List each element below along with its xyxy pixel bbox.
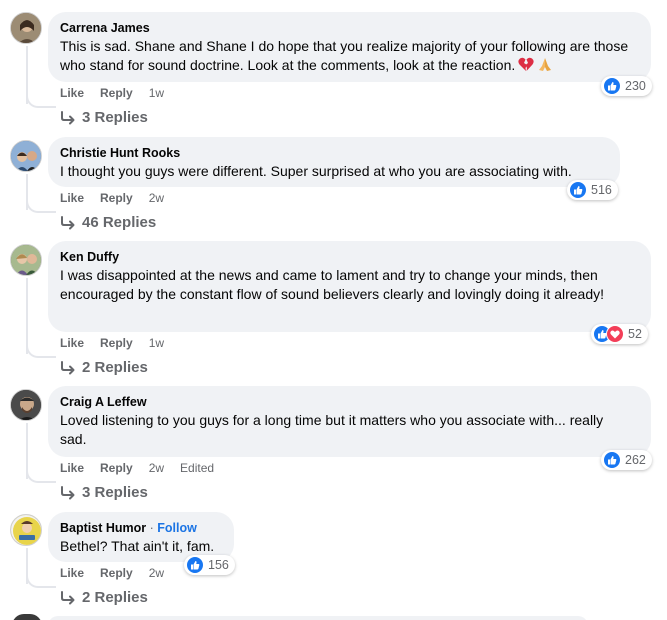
reply-button[interactable]: Reply [100,86,133,100]
comment-author[interactable]: Ken Duffy [60,249,639,265]
edited-label[interactable]: Edited [180,461,214,475]
reply-arrow-icon [61,110,75,124]
replies-count-label: 46 Replies [82,214,157,231]
like-reaction-icon [569,181,587,199]
follow-button[interactable]: Follow [157,521,197,535]
comment-text: This is sad. Shane and Shane I do hope t… [60,37,639,77]
replies-count-label: 3 Replies [82,484,148,501]
avatar[interactable] [10,389,42,421]
avatar[interactable] [10,244,42,276]
avatar[interactable] [10,12,42,44]
comment-author: Baptist Humor · Follow [60,521,197,535]
replies-count-label: 2 Replies [82,589,148,606]
like-button[interactable]: Like [60,86,84,100]
comment-bubble: Christie Hunt Rooks I thought you guys w… [48,137,620,187]
reply-arrow-icon [61,485,75,499]
reaction-summary[interactable]: 262 [601,450,652,470]
reply-button[interactable]: Reply [100,191,133,205]
comment-actions: Like Reply 2w [60,191,164,205]
avatar[interactable] [10,140,42,172]
love-reaction-icon [606,325,624,343]
comment-timestamp[interactable]: 1w [149,336,164,350]
comment-author[interactable]: Carrena James [60,20,639,36]
reaction-count: 262 [625,453,646,467]
comment-bubble: Ken Duffy I was disappointed at the news… [48,241,651,332]
reply-button[interactable]: Reply [100,336,133,350]
like-button[interactable]: Like [60,191,84,205]
comment-bubble: Carrena James This is sad. Shane and Sha… [48,12,651,82]
next-comment-avatar[interactable] [12,614,42,620]
reply-arrow-icon [61,215,75,229]
comment-text: Bethel? That ain't it, fam. [60,538,215,554]
avatar[interactable] [10,514,42,546]
reaction-count: 52 [628,327,642,341]
comment-text: Loved listening to you guys for a long t… [60,412,604,447]
replies-count-label: 2 Replies [82,359,148,376]
view-replies-button[interactable]: 3 Replies [60,484,148,501]
comment-actions: Like Reply 1w [60,86,164,100]
reaction-count: 156 [208,558,229,572]
comment-timestamp[interactable]: 2w [149,191,164,205]
comment-text: I thought you guys were different. Super… [60,163,572,179]
comment-text: I was disappointed at the news and came … [60,267,604,302]
reaction-summary[interactable]: 156 [184,555,235,575]
like-button[interactable]: Like [60,336,84,350]
comment-actions: Like Reply 2w Edited [60,461,214,475]
reply-button[interactable]: Reply [100,461,133,475]
like-button[interactable]: Like [60,461,84,475]
replies-count-label: 3 Replies [82,109,148,126]
like-reaction-icon [186,556,204,574]
view-replies-button[interactable]: 46 Replies [60,214,156,231]
comment-author[interactable]: Craig A Leffew [60,394,639,410]
reaction-summary[interactable]: 516 [567,180,618,200]
comment-author[interactable]: Christie Hunt Rooks [60,145,608,161]
reaction-summary[interactable]: 52 [591,324,648,344]
comment-timestamp[interactable]: 1w [149,86,164,100]
comment-actions: Like Reply 2w [60,566,164,580]
broken-heart-emoji [518,57,534,77]
reaction-count: 230 [625,79,646,93]
comment-timestamp[interactable]: 2w [149,566,164,580]
comment-bubble: Craig A Leffew Loved listening to you gu… [48,386,651,457]
reply-arrow-icon [61,360,75,374]
like-button[interactable]: Like [60,566,84,580]
like-reaction-icon [603,77,621,95]
reply-button[interactable]: Reply [100,566,133,580]
view-replies-button[interactable]: 3 Replies [60,109,148,126]
next-comment-bubble [48,616,588,620]
comment-timestamp[interactable]: 2w [149,461,164,475]
reaction-count: 516 [591,183,612,197]
author-name[interactable]: Baptist Humor [60,521,146,535]
view-replies-button[interactable]: 2 Replies [60,589,148,606]
praying-hands-emoji [537,57,553,77]
like-reaction-icon [603,451,621,469]
reply-arrow-icon [61,590,75,604]
comment-actions: Like Reply 1w [60,336,164,350]
view-replies-button[interactable]: 2 Replies [60,359,148,376]
reaction-summary[interactable]: 230 [601,76,652,96]
